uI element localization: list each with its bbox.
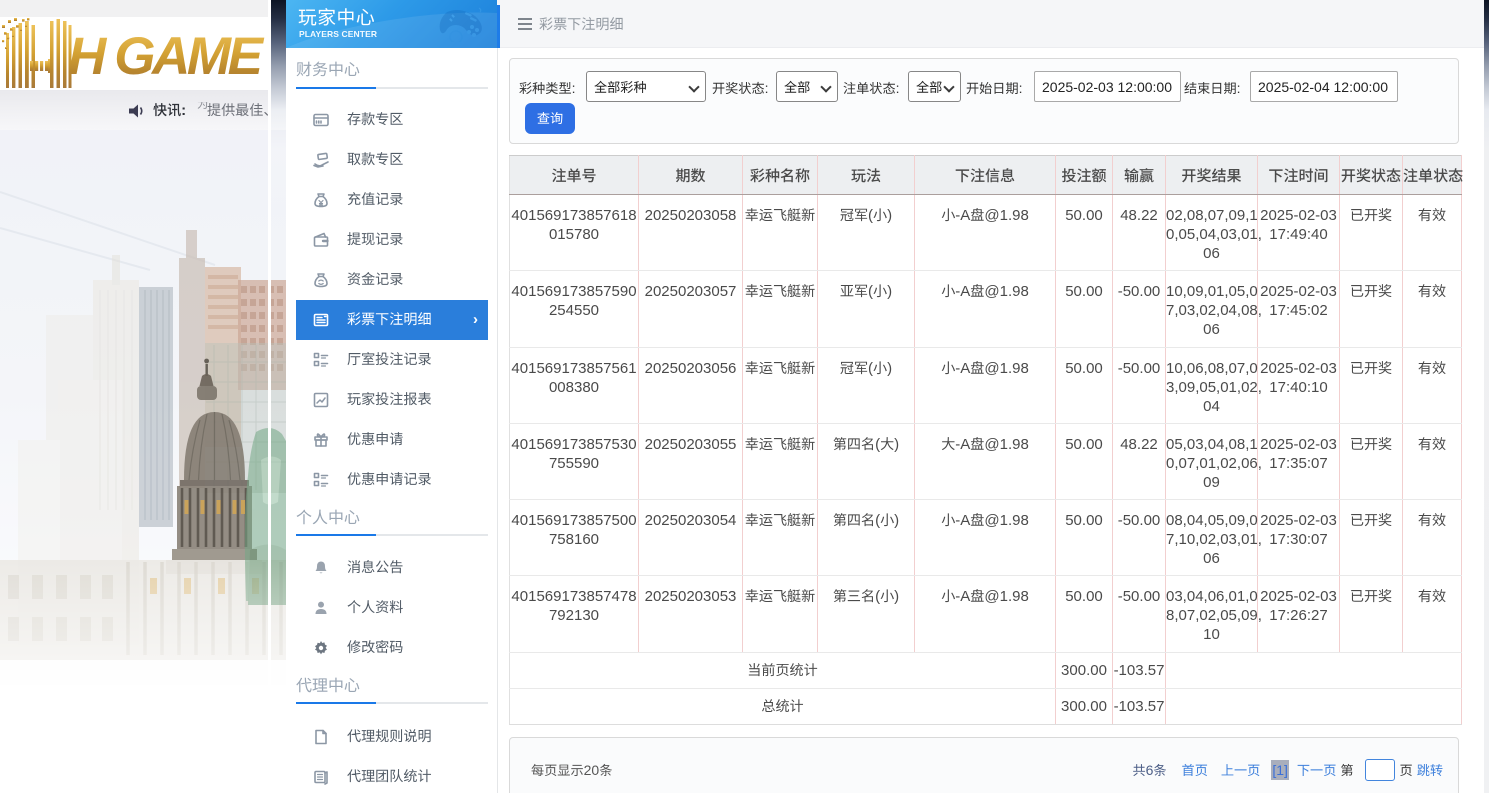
svg-text:H GAME: H GAME bbox=[68, 27, 265, 86]
